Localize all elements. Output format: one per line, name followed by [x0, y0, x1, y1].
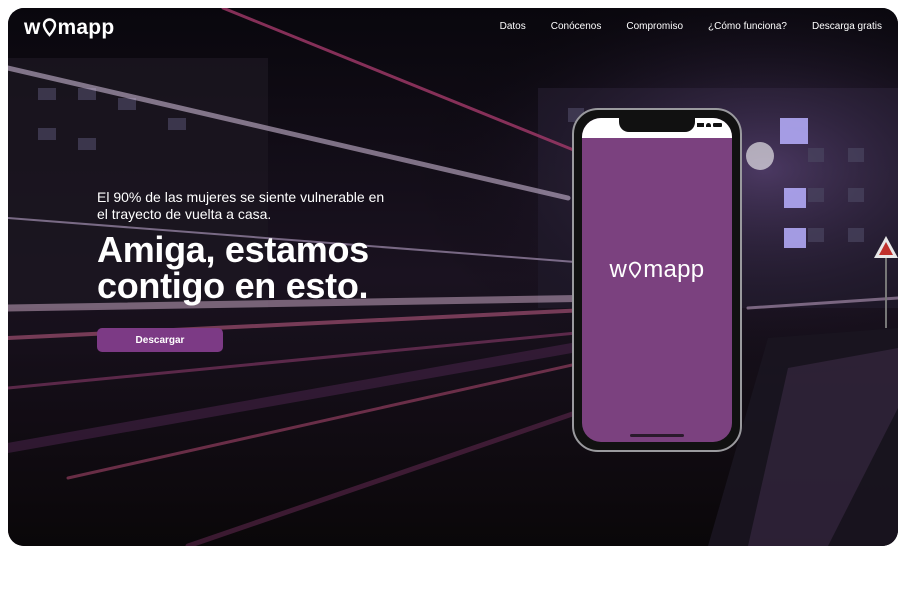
signal-icon — [697, 123, 704, 127]
phone-mockup: w mapp — [572, 108, 742, 452]
nav-item-descarga-gratis[interactable]: Descarga gratis — [812, 21, 882, 32]
hero-section: w mapp Datos Conócenos Compromiso ¿Cómo … — [8, 8, 898, 546]
top-navigation: w mapp Datos Conócenos Compromiso ¿Cómo … — [8, 8, 898, 50]
location-pin-icon — [42, 18, 56, 37]
location-pin-icon — [629, 261, 642, 278]
hero-text-block: El 90% de las mujeres se siente vulnerab… — [97, 189, 517, 304]
hero-headline: Amiga, estamos contigo en esto. — [97, 229, 369, 306]
logo-text-suffix: mapp — [57, 16, 115, 39]
womapp-logo[interactable]: w mapp — [24, 16, 114, 40]
nav-item-como-funciona[interactable]: ¿Cómo funciona? — [708, 21, 787, 32]
app-logo-prefix: w — [609, 256, 628, 283]
status-icons — [697, 123, 722, 127]
nav-item-conocenos[interactable]: Conócenos — [551, 21, 602, 32]
phone-screen: w mapp — [582, 118, 732, 442]
app-splash-logo: w mapp — [582, 256, 732, 284]
logo-text-prefix: w — [24, 16, 41, 39]
home-indicator — [630, 434, 684, 437]
battery-icon — [713, 123, 722, 127]
phone-notch — [619, 118, 695, 132]
hero-subtitle: El 90% de las mujeres se siente vulnerab… — [97, 189, 385, 222]
download-button[interactable]: Descargar — [97, 328, 223, 352]
nav-item-datos[interactable]: Datos — [500, 21, 526, 32]
app-logo-suffix: mapp — [643, 256, 705, 283]
wifi-icon — [706, 123, 711, 127]
nav-item-compromiso[interactable]: Compromiso — [626, 21, 683, 32]
nav-menu: Datos Conócenos Compromiso ¿Cómo funcion… — [500, 21, 882, 32]
